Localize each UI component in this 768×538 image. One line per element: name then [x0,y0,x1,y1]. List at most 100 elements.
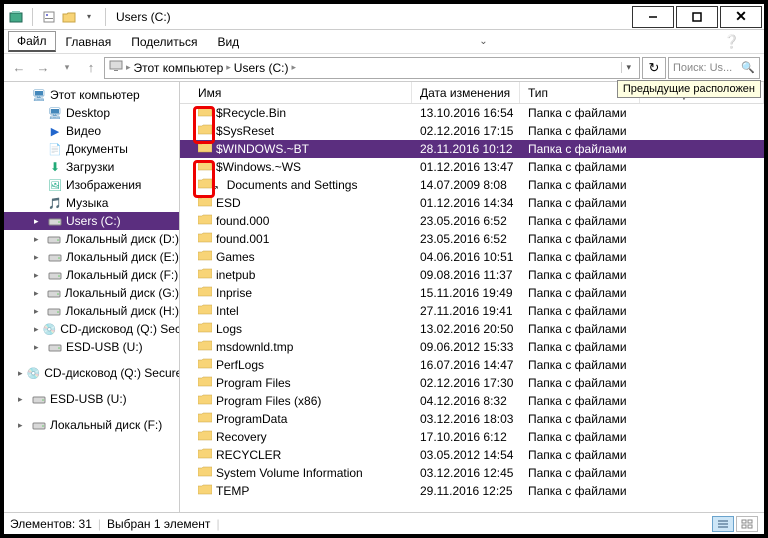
cd-icon: 💿 [43,322,57,336]
expander-icon[interactable]: ▸ [34,342,44,353]
tree-item[interactable]: ▸Локальный диск (F:) [4,266,179,284]
view-icons-button[interactable] [736,516,758,532]
nav-forward-button[interactable]: → [32,57,54,79]
file-list[interactable]: $Recycle.Bin13.10.2016 16:54Папка с файл… [180,104,764,512]
folder-icon [198,268,212,282]
file-name: $Recycle.Bin [216,106,286,120]
file-row[interactable]: Intel27.11.2016 19:41Папка с файлами [180,302,764,320]
file-row[interactable]: ProgramData03.12.2016 18:03Папка с файла… [180,410,764,428]
tree-item[interactable]: ▸💿CD-дисковод (Q:) SecureI [4,364,179,382]
nav-back-button[interactable]: ← [8,57,30,79]
images-icon: 🖼 [48,178,62,192]
qat-dropdown-icon[interactable]: ▾ [81,9,97,25]
tree-item[interactable]: ▸ESD-USB (U:) [4,390,179,408]
breadcrumb-root[interactable]: Этот компьютер [134,61,224,75]
expander-icon[interactable]: ▸ [34,216,44,227]
file-row[interactable]: PerfLogs16.07.2016 14:47Папка с файлами [180,356,764,374]
tree-item[interactable]: ▶Видео [4,122,179,140]
folder-icon [198,178,212,192]
body: 🖥Этот компьютер🖥Desktop▶Видео📄Документы⬇… [4,82,764,512]
file-type: Папка с файлами [520,322,640,336]
file-row[interactable]: Program Files02.12.2016 17:30Папка с фай… [180,374,764,392]
file-row[interactable]: TEMP29.11.2016 12:25Папка с файлами [180,482,764,500]
file-name: found.001 [216,232,269,246]
expander-icon[interactable]: ▸ [18,420,28,431]
column-header-date[interactable]: Дата изменения [412,82,520,103]
tree-item[interactable]: ▸Users (C:) [4,212,179,230]
column-header-name[interactable]: Имя [180,82,412,103]
expander-icon[interactable]: ▸ [34,288,43,299]
file-type: Папка с файлами [520,484,640,498]
chevron-right-icon[interactable]: ▸ [223,62,234,73]
menu-home[interactable]: Главная [56,31,122,53]
file-row[interactable]: inetpub09.08.2016 11:37Папка с файлами [180,266,764,284]
minimize-button[interactable] [632,6,674,28]
qat-properties-icon[interactable] [41,9,57,25]
file-row[interactable]: found.00123.05.2016 6:52Папка с файлами [180,230,764,248]
file-row[interactable]: $SysReset02.12.2016 17:15Папка с файлами [180,122,764,140]
nav-recent-dropdown[interactable]: ▾ [56,57,78,79]
tree-item[interactable]: ▸Локальный диск (F:) [4,416,179,434]
drive-icon [47,232,61,246]
expander-icon[interactable]: ▸ [34,306,43,317]
menu-view[interactable]: Вид [207,31,249,53]
tree-item[interactable]: ⬇Загрузки [4,158,179,176]
file-name: System Volume Information [216,466,363,480]
chevron-right-icon[interactable]: ▸ [123,62,134,73]
expander-icon[interactable]: ▸ [18,394,28,405]
file-row[interactable]: Inprise15.11.2016 19:49Папка с файлами [180,284,764,302]
tree-item[interactable]: 📄Документы [4,140,179,158]
file-date: 23.05.2016 6:52 [412,232,520,246]
file-row[interactable]: ESD01.12.2016 14:34Папка с файлами [180,194,764,212]
file-row[interactable]: Games04.06.2016 10:51Папка с файлами [180,248,764,266]
tree-item[interactable]: 🖥Этот компьютер [4,86,179,104]
help-icon[interactable]: ❔ [724,34,760,50]
file-row[interactable]: $Windows.~WS01.12.2016 13:47Папка с файл… [180,158,764,176]
nav-up-button[interactable]: ↑ [80,57,102,79]
tree-item[interactable]: ▸Локальный диск (G:) [4,284,179,302]
file-row[interactable]: found.00023.05.2016 6:52Папка с файлами [180,212,764,230]
view-details-button[interactable] [712,516,734,532]
address-bar[interactable]: ▸ Этот компьютер ▸ Users (C:) ▸ ▾ [104,57,640,79]
file-row[interactable]: Recovery17.10.2016 6:12Папка с файлами [180,428,764,446]
tree-item[interactable]: ▸Локальный диск (H:) [4,302,179,320]
file-row[interactable]: ↗Documents and Settings14.07.2009 8:08Па… [180,176,764,194]
tree-item[interactable]: ▸Локальный диск (D:) [4,230,179,248]
expander-icon[interactable]: ▸ [18,368,23,379]
file-row[interactable]: Logs13.02.2016 20:50Папка с файлами [180,320,764,338]
chevron-right-icon[interactable]: ▸ [288,62,299,73]
address-dropdown-icon[interactable]: ▾ [621,62,635,73]
file-type: Папка с файлами [520,448,640,462]
qat-newfolder-icon[interactable] [61,9,77,25]
file-row[interactable]: $Recycle.Bin13.10.2016 16:54Папка с файл… [180,104,764,122]
file-row[interactable]: $WINDOWS.~BT28.11.2016 10:12Папка с файл… [180,140,764,158]
file-date: 17.10.2016 6:12 [412,430,520,444]
file-row[interactable]: System Volume Information03.12.2016 12:4… [180,464,764,482]
tree-item[interactable]: ▸Локальный диск (E:) [4,248,179,266]
tree-item[interactable]: 🖥Desktop [4,104,179,122]
search-icon: 🔍 [741,61,755,74]
expander-icon[interactable]: ▸ [34,270,44,281]
refresh-button[interactable]: ↻ [642,57,666,79]
expander-icon[interactable]: ▸ [34,234,43,245]
maximize-button[interactable] [676,6,718,28]
file-row[interactable]: msdownld.tmp09.06.2012 15:33Папка с файл… [180,338,764,356]
search-input[interactable]: Поиск: Us... 🔍 Предыдущие расположен [668,57,760,79]
folder-icon [198,322,212,336]
breadcrumb-location[interactable]: Users (C:) [234,61,289,75]
file-row[interactable]: RECYCLER03.05.2012 14:54Папка с файлами [180,446,764,464]
menu-share[interactable]: Поделиться [121,31,207,53]
tree-item[interactable]: 🖼Изображения [4,176,179,194]
tree-item[interactable]: ▸ESD-USB (U:) [4,338,179,356]
file-type: Папка с файлами [520,250,640,264]
navigation-pane[interactable]: 🖥Этот компьютер🖥Desktop▶Видео📄Документы⬇… [4,82,180,512]
tree-item[interactable]: ▸💿CD-дисковод (Q:) Secur [4,320,179,338]
tree-item[interactable]: 🎵Музыка [4,194,179,212]
expander-icon[interactable]: ▸ [34,324,39,335]
ribbon-expand-icon[interactable]: ⌄ [479,36,493,47]
expander-icon[interactable]: ▸ [34,252,44,263]
file-row[interactable]: Program Files (x86)04.12.2016 8:32Папка … [180,392,764,410]
folder-icon [198,484,212,498]
close-button[interactable]: ✕ [720,6,762,28]
menu-file[interactable]: Файл [8,31,56,52]
